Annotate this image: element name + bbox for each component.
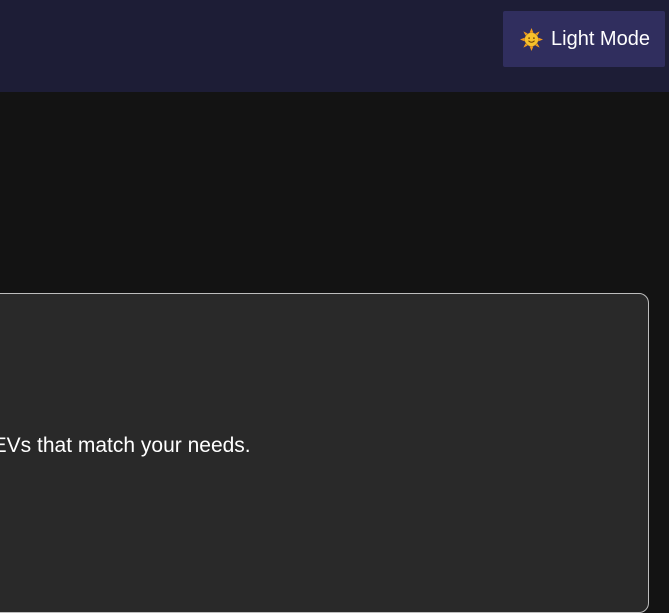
card-description-text: f EVs that match your needs. — [0, 434, 251, 457]
theme-toggle-button[interactable]: Light Mode — [503, 11, 665, 67]
top-navigation-bar: Light Mode — [0, 0, 669, 92]
content-card: f EVs that match your needs. — [0, 293, 649, 613]
sun-icon — [520, 27, 543, 51]
theme-toggle-label: Light Mode — [551, 28, 650, 50]
